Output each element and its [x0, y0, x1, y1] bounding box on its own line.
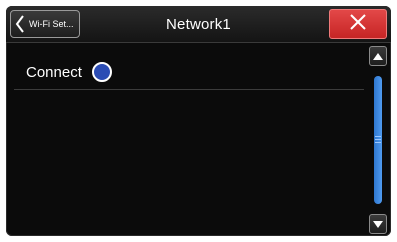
close-button[interactable]	[329, 9, 387, 39]
triangle-up-icon	[373, 47, 383, 65]
scroll-grip-line	[375, 142, 381, 143]
connect-label: Connect	[26, 63, 82, 81]
scroll-grip-line	[375, 139, 381, 140]
scroll-grip-line	[375, 136, 381, 137]
scrollbar[interactable]	[369, 46, 387, 234]
triangle-down-icon	[373, 215, 383, 233]
scroll-track[interactable]	[374, 76, 382, 204]
scroll-down-button[interactable]	[369, 214, 387, 234]
settings-list: Connect	[6, 43, 366, 236]
list-item-connect[interactable]: Connect	[14, 55, 364, 90]
scroll-thumb[interactable]	[374, 76, 382, 204]
header-bar: Wi-Fi Set... Network1	[6, 6, 391, 43]
scroll-up-button[interactable]	[369, 46, 387, 66]
close-icon	[349, 13, 367, 36]
connect-radio-button[interactable]	[91, 62, 112, 82]
settings-screen: Wi-Fi Set... Network1 Connect	[6, 6, 391, 236]
